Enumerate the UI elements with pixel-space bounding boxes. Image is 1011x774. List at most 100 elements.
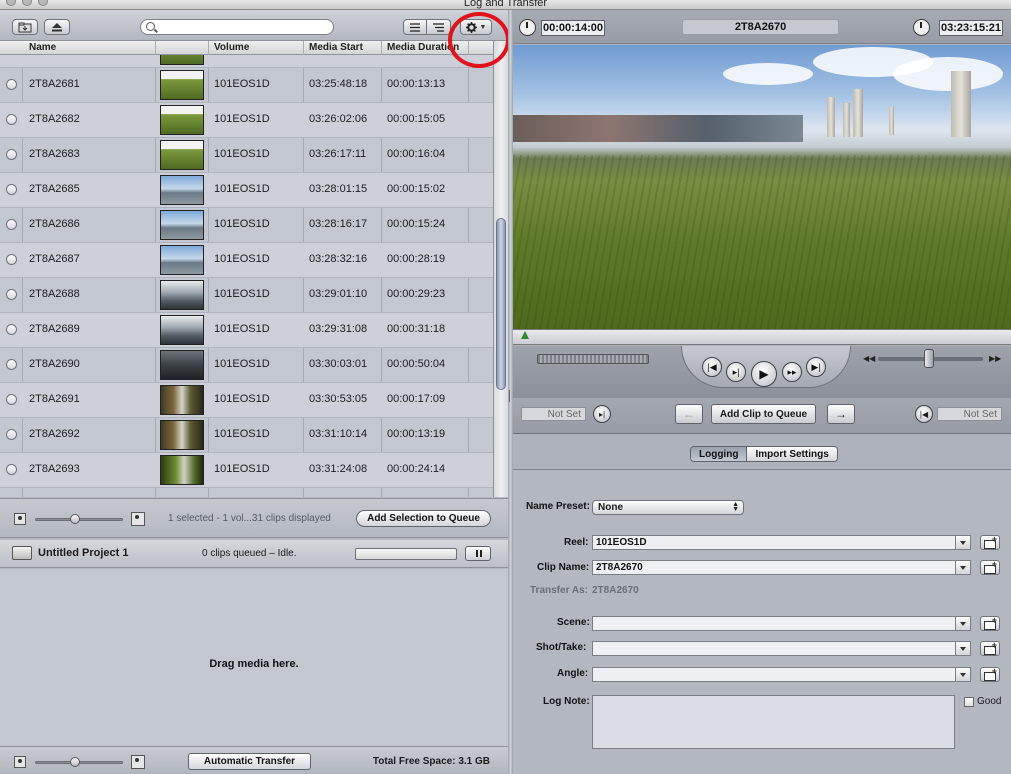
clip-select-radio[interactable] <box>6 464 17 475</box>
outline-view-button[interactable] <box>427 19 451 35</box>
shuttle-slider-knob[interactable] <box>924 349 934 368</box>
scene-field[interactable] <box>592 616 971 631</box>
automatic-transfer-button[interactable]: Automatic Transfer <box>188 753 311 770</box>
clip-list[interactable]: 2T8A2680101EOS1D03:25:33:1100:00:13:072T… <box>0 55 493 497</box>
clip-thumbnail[interactable] <box>160 175 204 205</box>
reel-add-button[interactable] <box>980 534 1000 550</box>
table-row[interactable]: 2T8A2688 101EOS1D 03:29:01:10 00:00:29:23 <box>0 278 493 313</box>
scrollbar-thumb[interactable] <box>496 218 506 390</box>
good-checkbox[interactable] <box>964 697 974 707</box>
clip-name-add-button[interactable] <box>980 559 1000 575</box>
clip-select-radio[interactable] <box>6 324 17 335</box>
table-row[interactable]: 2T8A2681 101EOS1D 03:25:48:18 00:00:13:13 <box>0 68 493 103</box>
table-row[interactable]: 2T8A2690 101EOS1D 03:30:03:01 00:00:50:04 <box>0 348 493 383</box>
go-to-out-point-button[interactable]: ▶| <box>806 357 826 377</box>
clip-thumbnail[interactable] <box>160 350 204 380</box>
clip-thumbnail[interactable] <box>160 140 204 170</box>
search-field[interactable] <box>140 19 334 35</box>
next-clip-button[interactable]: → <box>827 404 855 424</box>
table-row[interactable]: 2T8A2683 101EOS1D 03:26:17:11 00:00:16:04 <box>0 138 493 173</box>
current-timecode[interactable]: 00:00:14:00 <box>541 20 605 36</box>
in-point-field[interactable]: Not Set <box>521 407 586 421</box>
clip-thumbnail[interactable] <box>160 280 204 310</box>
table-row[interactable]: 2T8A2693 101EOS1D 03:31:24:08 00:00:24:14 <box>0 453 493 488</box>
timeline-scrubber[interactable] <box>513 329 1011 345</box>
clip-name-field[interactable]: 2T8A2670 <box>592 560 971 575</box>
shot-take-field[interactable] <box>592 641 971 656</box>
clip-thumbnail[interactable] <box>160 385 204 415</box>
clip-name: 2T8A2688 <box>29 288 80 300</box>
column-media-start[interactable]: Media Start <box>309 42 363 53</box>
clip-thumbnail[interactable] <box>160 70 204 100</box>
playhead-icon[interactable] <box>521 331 529 339</box>
name-preset-popup[interactable]: None ▲ ▼ <box>592 500 744 515</box>
table-row[interactable]: 2T8A2687 101EOS1D 03:28:32:16 00:00:28:19 <box>0 243 493 278</box>
chevron-down-icon[interactable] <box>955 617 970 630</box>
clip-select-radio[interactable] <box>6 114 17 125</box>
clip-thumbnail[interactable] <box>160 420 204 450</box>
clip-select-radio[interactable] <box>6 149 17 160</box>
shot-take-add-button[interactable] <box>980 640 1000 656</box>
clip-thumbnail[interactable] <box>160 245 204 275</box>
tab-import-settings[interactable]: Import Settings <box>747 447 837 461</box>
clip-thumbnail[interactable] <box>160 105 204 135</box>
clip-list-scrollbar[interactable] <box>493 41 508 497</box>
play-button[interactable]: ▶ <box>751 361 777 387</box>
log-note-field[interactable] <box>592 695 955 749</box>
table-row[interactable]: 2T8A2682 101EOS1D 03:26:02:06 00:00:15:05 <box>0 103 493 138</box>
clip-thumbnail[interactable] <box>160 315 204 345</box>
clip-select-radio[interactable] <box>6 429 17 440</box>
table-row[interactable]: 2T8A2686 101EOS1D 03:28:16:17 00:00:15:24 <box>0 208 493 243</box>
action-menu-button[interactable]: ▼ <box>460 19 492 35</box>
clip-select-radio[interactable] <box>6 79 17 90</box>
thumbnail-size-slider-knob[interactable] <box>70 514 80 524</box>
jog-control[interactable] <box>537 354 649 364</box>
chevron-down-icon[interactable] <box>955 536 970 549</box>
clip-select-radio[interactable] <box>6 359 17 370</box>
queue-size-slider-knob[interactable] <box>70 757 80 767</box>
good-label: Good <box>977 696 1002 707</box>
go-to-in-point-button[interactable]: |◀ <box>702 357 722 377</box>
video-preview[interactable] <box>513 45 1011 329</box>
scene-add-button[interactable] <box>980 615 1000 631</box>
column-volume[interactable]: Volume <box>214 42 249 53</box>
browser-footer: 1 selected - 1 vol...31 clips displayed … <box>0 498 508 538</box>
pause-button[interactable] <box>465 546 491 561</box>
table-row[interactable]: 2T8A2691 101EOS1D 03:30:53:05 00:00:17:09 <box>0 383 493 418</box>
import-folder-button[interactable] <box>12 19 38 35</box>
add-clip-to-queue-button[interactable]: Add Clip to Queue <box>711 404 816 424</box>
table-row[interactable]: 2T8A2685 101EOS1D 03:28:01:15 00:00:15:02 <box>0 173 493 208</box>
tab-logging[interactable]: Logging <box>691 447 748 461</box>
clip-select-radio[interactable] <box>6 254 17 265</box>
table-row[interactable]: 2T8A2689 101EOS1D 03:29:31:08 00:00:31:18 <box>0 313 493 348</box>
clip-select-radio[interactable] <box>6 289 17 300</box>
play-in-to-out-button[interactable]: ▸| <box>726 362 746 382</box>
table-row[interactable]: 2T8A2692 101EOS1D 03:31:10:14 00:00:13:19 <box>0 418 493 453</box>
angle-field[interactable] <box>592 667 971 682</box>
transfer-queue-dropzone[interactable]: Drag media here. <box>0 569 508 746</box>
eject-button[interactable] <box>44 19 70 35</box>
mark-out-button[interactable]: |◀ <box>915 405 933 423</box>
chevron-down-icon[interactable] <box>955 668 970 681</box>
angle-add-button[interactable] <box>980 666 1000 682</box>
list-view-button[interactable] <box>403 19 427 35</box>
clip-select-radio[interactable] <box>6 184 17 195</box>
skip-back-icon: |◀ <box>707 361 717 372</box>
clip-select-radio[interactable] <box>6 394 17 405</box>
table-row[interactable]: 2T8A2680101EOS1D03:25:33:1100:00:13:07 <box>0 55 493 68</box>
clip-thumbnail[interactable] <box>160 55 204 65</box>
clip-thumbnail[interactable] <box>160 455 204 485</box>
column-name[interactable]: Name <box>29 42 56 53</box>
play-around-button[interactable]: ▸▸ <box>782 362 802 382</box>
out-point-field[interactable]: Not Set <box>937 407 1002 421</box>
column-media-duration[interactable]: Media Duration <box>387 42 459 53</box>
clip-media-duration: 00:00:17:09 <box>387 393 446 405</box>
chevron-down-icon[interactable] <box>955 561 970 574</box>
add-selection-to-queue-button[interactable]: Add Selection to Queue <box>356 510 491 527</box>
mark-in-button[interactable]: ▸| <box>593 405 611 423</box>
clip-thumbnail[interactable] <box>160 210 204 240</box>
clip-select-radio[interactable] <box>6 219 17 230</box>
reel-field[interactable]: 101EOS1D <box>592 535 971 550</box>
previous-clip-button[interactable]: ← <box>675 404 703 424</box>
chevron-down-icon[interactable] <box>955 642 970 655</box>
